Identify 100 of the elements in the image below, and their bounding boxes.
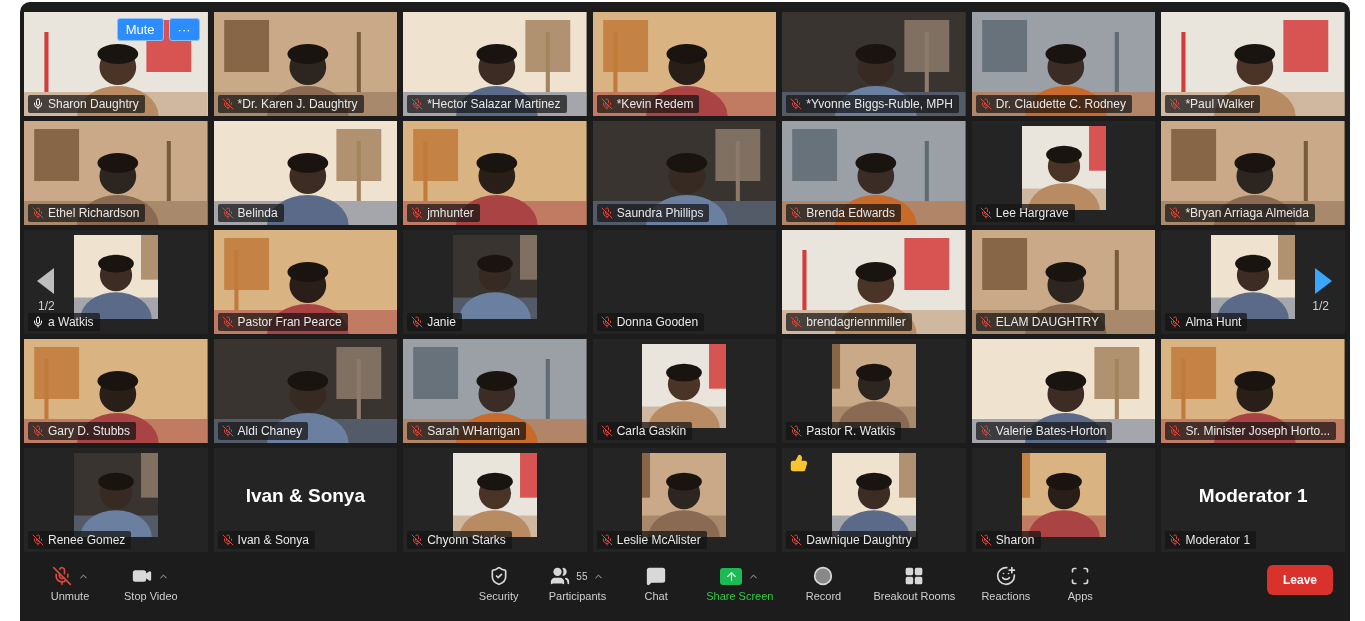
- video-tile[interactable]: Carla Gaskin: [592, 339, 777, 443]
- video-tile[interactable]: Valerie Bates-Horton: [971, 339, 1156, 443]
- video-tile[interactable]: Sharon: [971, 448, 1156, 552]
- participant-name: Renee Gomez: [48, 533, 126, 547]
- video-tile[interactable]: Chyonn Starks: [403, 448, 587, 552]
- tool-label: Record: [805, 590, 842, 602]
- participant-name: Sarah WHarrigan: [427, 424, 520, 438]
- participant-display-name: Moderator 1: [1198, 485, 1308, 507]
- video-tile[interactable]: *Paul Walker: [1161, 12, 1345, 116]
- page-number: 1/2: [36, 299, 57, 313]
- video-tile[interactable]: Ivan & Sonya Ivan & Sonya: [213, 448, 398, 552]
- participant-name: Saundra Phillips: [616, 206, 704, 220]
- participant-name: Belinda: [237, 206, 278, 220]
- participant-name: Sr. Minister Joseph Horto...: [1185, 424, 1331, 438]
- tool-label: Stop Video: [124, 590, 178, 602]
- participant-name: Lee Hargrave: [995, 206, 1069, 220]
- video-tile[interactable]: Saundra Phillips: [592, 121, 777, 225]
- chat-icon: [646, 566, 667, 586]
- security-tool[interactable]: Security: [474, 565, 523, 602]
- video-tile[interactable]: Belinda: [213, 121, 398, 225]
- participant-name: ELAM DAUGHTRY: [995, 315, 1099, 329]
- participant-count: 55: [576, 570, 588, 582]
- video-tile[interactable]: *Yvonne Biggs-Ruble, MPH: [782, 12, 966, 116]
- video-tile[interactable]: Sr. Minister Joseph Horto...: [1161, 339, 1345, 443]
- participant-name: Gary D. Stubbs: [48, 424, 131, 438]
- participant-name: Chyonn Starks: [427, 533, 506, 547]
- people-icon: [550, 566, 571, 586]
- video-tile[interactable]: Pastor R. Watkis: [782, 339, 966, 443]
- video-tile[interactable]: Sarah WHarrigan: [403, 339, 587, 443]
- participant-name: Leslie McAlister: [616, 533, 701, 547]
- video-tile[interactable]: *Hector Salazar Martinez: [403, 12, 587, 116]
- participant-name: Sharon: [995, 533, 1035, 547]
- record-tool[interactable]: Record: [799, 565, 848, 602]
- participant-name: *Bryan Arriaga Almeida: [1185, 206, 1309, 220]
- video-tile[interactable]: brendagriennmiller: [782, 230, 966, 334]
- video-tile[interactable]: *Kevin Redem: [592, 12, 777, 116]
- video-tile[interactable]: Donna Gooden: [592, 230, 777, 334]
- grid-icon: [904, 566, 925, 586]
- video-tile[interactable]: Dr. Claudette C. Rodney: [971, 12, 1156, 116]
- participant-name: *Paul Walker: [1185, 97, 1255, 111]
- participant-name: brendagriennmiller: [806, 315, 906, 329]
- video-tile[interactable]: Pastor Fran Pearce: [213, 230, 398, 334]
- participant-name: jmhunter: [427, 206, 474, 220]
- video-tile[interactable]: Lee Hargrave: [971, 121, 1156, 225]
- video-tile[interactable]: ELAM DAUGHTRY: [971, 230, 1156, 334]
- participant-name: Dr. Claudette C. Rodney: [995, 97, 1126, 111]
- share-screen-icon: [720, 567, 743, 585]
- participant-name: Alma Hunt: [1185, 315, 1242, 329]
- muted-mic-icon: [51, 566, 72, 586]
- participant-name: Ethel Richardson: [48, 206, 140, 220]
- video-tile[interactable]: *Dr. Karen J. Daughtry: [213, 12, 398, 116]
- participant-name: *Hector Salazar Martinez: [427, 97, 561, 111]
- participant-name: Janie: [427, 315, 456, 329]
- tool-label: Apps: [1067, 590, 1093, 602]
- apps-tool[interactable]: Apps: [1056, 565, 1105, 602]
- video-tile[interactable]: Dawnique Daughtry: [782, 448, 966, 552]
- participant-name: Valerie Bates-Horton: [995, 424, 1107, 438]
- page-number: 1/2: [1310, 299, 1331, 313]
- participant-name: *Yvonne Biggs-Ruble, MPH: [806, 97, 954, 111]
- tool-label: Participants: [548, 590, 607, 602]
- video-tile[interactable]: *Bryan Arriaga Almeida: [1161, 121, 1345, 225]
- participant-name: Dawnique Daughtry: [806, 533, 912, 547]
- video-tile[interactable]: Aldi Chaney: [213, 339, 398, 443]
- video-tile[interactable]: Gary D. Stubbs: [24, 339, 208, 443]
- video-tile[interactable]: Janie: [403, 230, 587, 334]
- video-tile[interactable]: Ethel Richardson: [24, 121, 208, 225]
- participant-name: *Kevin Redem: [616, 97, 694, 111]
- participant-name: Aldi Chaney: [237, 424, 303, 438]
- apps-icon: [1070, 566, 1091, 586]
- tool-label: Share Screen: [706, 590, 774, 602]
- reactions-tool[interactable]: Reactions: [981, 565, 1031, 602]
- participant-name: Pastor R. Watkis: [806, 424, 896, 438]
- participant-name: Ivan & Sonya: [237, 533, 309, 547]
- record-icon: [813, 566, 834, 586]
- video-tile[interactable]: Renee Gomez: [24, 448, 208, 552]
- unmute-tool[interactable]: Unmute: [46, 565, 94, 602]
- tool-label: Unmute: [50, 590, 90, 602]
- participant-name: Donna Gooden: [616, 315, 699, 329]
- video-tool[interactable]: Stop Video: [124, 565, 178, 602]
- video-tile[interactable]: jmhunter: [403, 121, 587, 225]
- participant-name: Brenda Edwards: [806, 206, 895, 220]
- participant-name: a Watkis: [48, 315, 94, 329]
- video-tile[interactable]: Leslie McAlister: [592, 448, 777, 552]
- participant-name: Carla Gaskin: [616, 424, 687, 438]
- breakout-tool[interactable]: Breakout Rooms: [873, 565, 956, 602]
- smiley-icon: [995, 566, 1016, 586]
- participant-display-name: Ivan & Sonya: [245, 485, 365, 507]
- tool-label: Reactions: [981, 590, 1031, 602]
- tool-label: Breakout Rooms: [873, 590, 956, 602]
- participants-tool[interactable]: 55 Participants: [548, 565, 607, 602]
- tool-label: Chat: [644, 590, 668, 602]
- video-tile[interactable]: Brenda Edwards: [782, 121, 966, 225]
- share-tool[interactable]: Share Screen: [706, 565, 774, 602]
- leave-button[interactable]: Leave: [1266, 565, 1333, 595]
- tool-label: Security: [478, 590, 519, 602]
- participant-name: Pastor Fran Pearce: [237, 315, 342, 329]
- participant-name: Sharon Daughtry: [48, 97, 139, 111]
- participant-name: Moderator 1: [1185, 533, 1251, 547]
- video-tile[interactable]: Moderator 1 Moderator 1: [1161, 448, 1345, 552]
- chat-tool[interactable]: Chat: [632, 565, 681, 602]
